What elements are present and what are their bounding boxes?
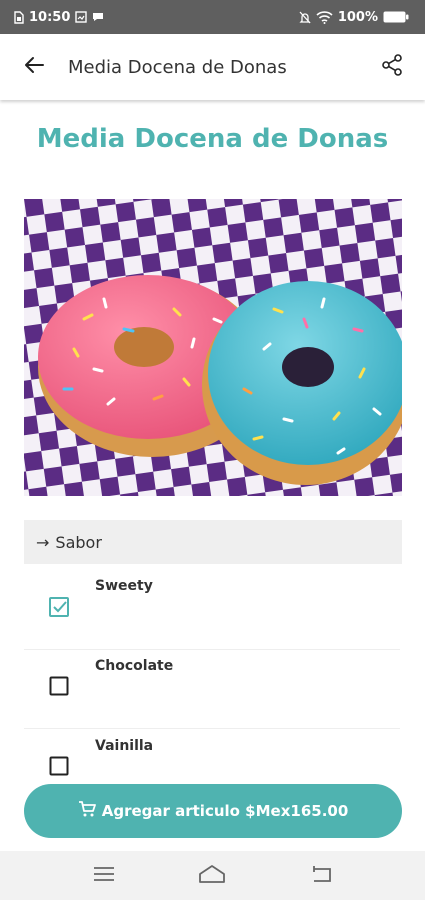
silent-icon [299,11,311,24]
option-label: Chocolate [95,658,174,674]
product-image [24,199,402,496]
screen: 10:50 100% Media Docena de Donas Media D… [0,0,425,900]
status-left: 10:50 [14,10,104,25]
add-to-cart-label: Agregar articulo $Mex165.00 [101,802,349,820]
gallery-icon [75,11,88,23]
option-label: Sweety [95,578,153,594]
system-nav-bar [0,851,425,900]
option-chocolate[interactable]: Chocolate [24,649,400,729]
battery-icon [383,11,409,23]
arrow-right-icon: → [36,532,50,552]
nav-back-button[interactable] [291,856,351,896]
back-button[interactable] [0,34,68,100]
battery-percent: 100% [337,9,378,25]
arrow-left-icon [23,56,45,78]
status-bar: 10:50 100% [0,0,425,34]
section-header-label: Sabor [55,532,102,552]
checkbox-unchecked-icon[interactable] [49,756,69,776]
checkbox-checked-icon[interactable] [49,597,69,617]
nav-menu-button[interactable] [74,856,134,896]
nav-home-button[interactable] [182,856,242,896]
back-nav-icon [310,865,332,887]
add-to-cart-button[interactable]: Agregar articulo $Mex165.00 [24,784,402,838]
wifi-icon [316,10,333,24]
sabor-section-header[interactable]: → Sabor [24,520,402,564]
option-sweety[interactable]: Sweety [24,570,400,650]
share-button[interactable] [359,34,425,100]
menu-icon [93,866,115,886]
chat-icon [92,12,104,22]
option-label: Vainilla [95,738,154,754]
home-icon [198,864,226,888]
app-bar-title: Media Docena de Donas [68,56,287,78]
status-right: 100% [299,10,409,25]
app-bar: Media Docena de Donas [0,34,425,100]
product-title: Media Docena de Donas [36,124,389,154]
checkbox-unchecked-icon[interactable] [49,676,69,696]
cart-icon [78,801,96,821]
share-icon [381,54,403,80]
status-time: 10:50 [29,9,71,25]
sim-icon [14,10,24,24]
